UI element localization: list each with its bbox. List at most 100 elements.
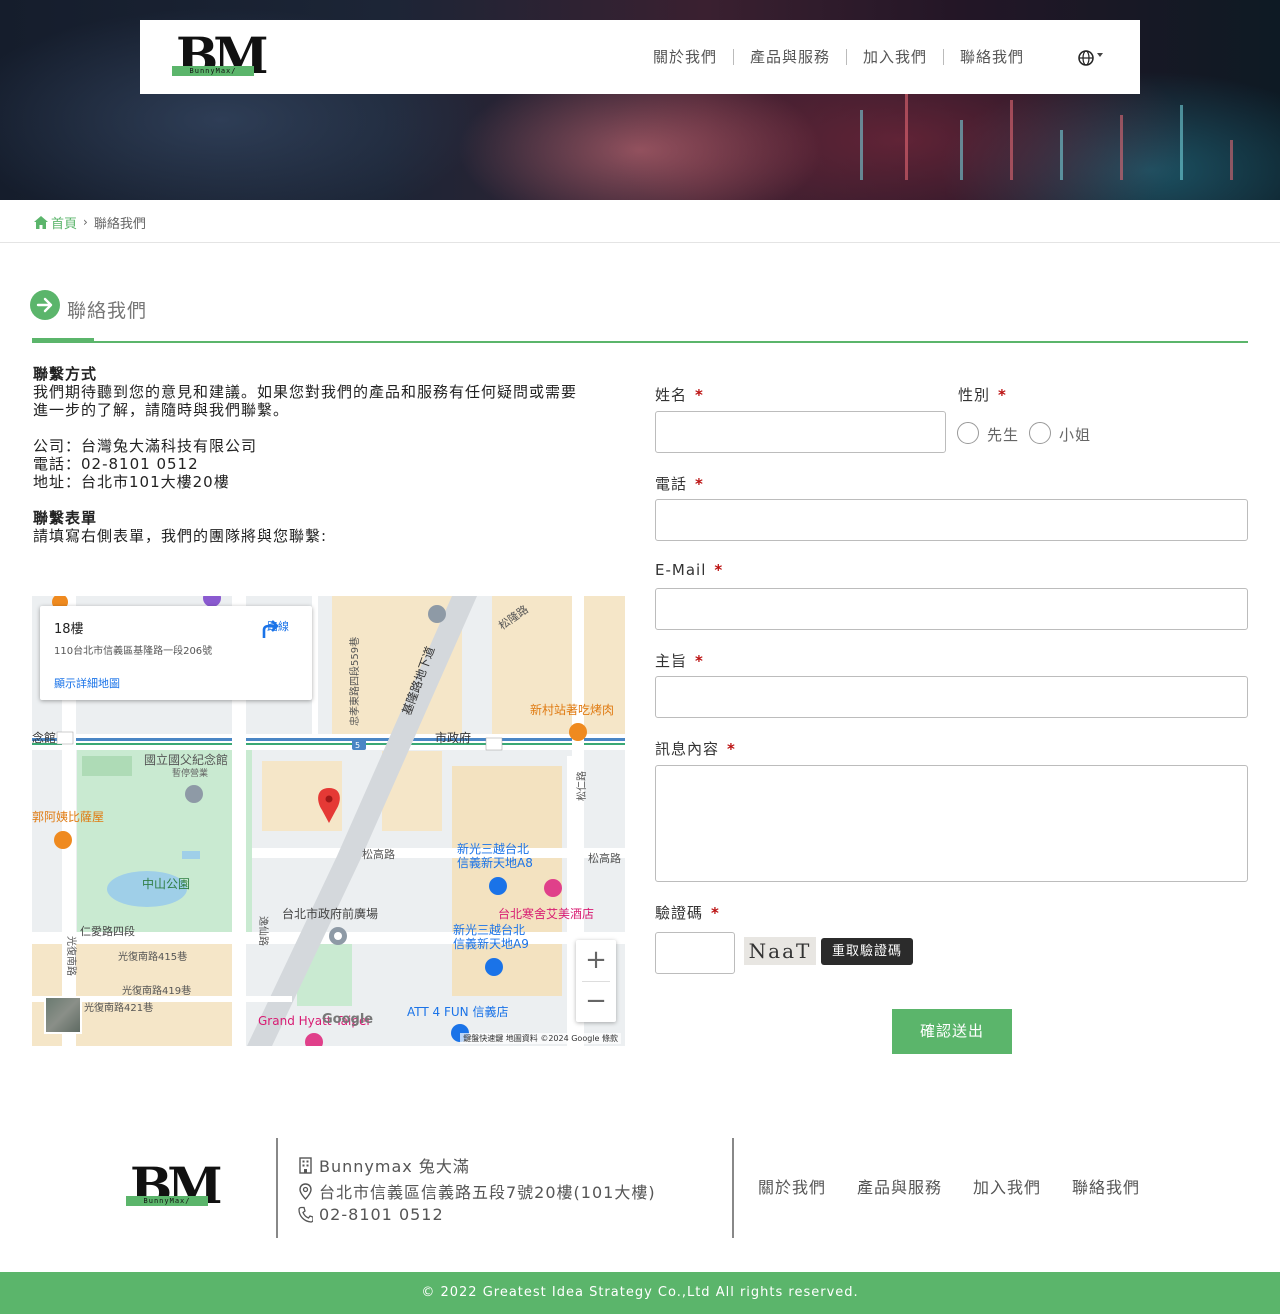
captcha-image: NaaT [744, 937, 816, 965]
nav-contact[interactable]: 聯絡我們 [942, 49, 1040, 65]
breadcrumb-home-label: 首頁 [51, 216, 78, 232]
map-label-zhongxiao: 忠孝東路四段559巷 [348, 637, 361, 726]
footer-company-name: Bunnymax 兔大滿 [319, 1157, 470, 1176]
map-card-address: 110台北市信義區基隆路一段206號 [54, 646, 213, 657]
map-label-guofu: 國立國父紀念館 [144, 752, 228, 767]
map-label-guangfu-419: 光復南路419巷 [122, 984, 191, 997]
footer-link-about[interactable]: 關於我們 [758, 1174, 826, 1198]
building-icon [299, 1156, 312, 1174]
map-label-renai: 仁愛路四段 [80, 924, 135, 938]
gender-radio-ms[interactable] [1029, 422, 1051, 444]
map-label-guangfu-s: 光復南路 [65, 936, 78, 976]
footer-link-products[interactable]: 產品與服務 [857, 1174, 942, 1198]
gender-radio-mr[interactable] [957, 422, 979, 444]
map-label-songgao: 松高路 [362, 847, 395, 861]
google-logo: Google [322, 1012, 374, 1027]
copyright-bar: © 2022 Greatest Idea Strategy Co.,Ltd Al… [0, 1272, 1280, 1314]
map-directions-button[interactable]: 路線 [260, 618, 296, 638]
google-map[interactable]: 國立國父紀念館 暫停營業 中山公園 松高路 松高路 台北市政府前廣場 仁愛路四段… [32, 596, 625, 1046]
breadcrumb-current: 聯絡我們 [93, 216, 146, 232]
arrow-right-circle-icon [30, 290, 60, 320]
footer-phone-text[interactable]: 02-8101 0512 [319, 1205, 444, 1224]
footer-company: Bunnymax 兔大滿 [298, 1153, 470, 1177]
contact-text-1: 我們期待聽到您的意見和建議。如果您對我們的產品和服務有任何疑問或需要 [33, 383, 578, 401]
contact-info: 聯繫方式 我們期待聽到您的意見和建議。如果您對我們的產品和服務有任何疑問或需要 … [33, 365, 623, 545]
email-input[interactable] [655, 588, 1248, 630]
map-label-guofu-sub: 暫停營業 [172, 767, 208, 779]
map-label-guangfu-421: 光復南路421巷 [84, 1001, 153, 1014]
subject-input[interactable] [655, 676, 1248, 718]
nav-about[interactable]: 關於我們 [637, 49, 733, 65]
map-label-station-left: 念館 [32, 730, 56, 745]
map-card-title: 18樓 [54, 622, 84, 637]
footer-logo[interactable]: BM BunnyMax/ [126, 1158, 223, 1214]
main-nav: 關於我們 產品與服務 加入我們 聯絡我們 [637, 20, 1040, 94]
title-underline-accent [32, 338, 94, 343]
form-text: 請填寫右側表單，我們的團隊將與您聯繫: [33, 527, 328, 545]
chevron-right-icon: › [83, 215, 88, 229]
captcha-input[interactable] [655, 932, 735, 974]
breadcrumb-home[interactable]: 首頁 [34, 213, 77, 232]
name-input[interactable] [655, 411, 946, 453]
captcha-label: 驗證碼 * [655, 904, 720, 922]
zoom-out-button[interactable]: − [576, 981, 616, 1022]
nav-products[interactable]: 產品與服務 [732, 49, 846, 65]
map-label-shinkong-a9-2: 信義新天地A9 [453, 936, 529, 951]
message-label: 訊息內容 * [655, 740, 736, 758]
page-title: 聯絡我們 [67, 300, 148, 322]
map-label-route: 5 [355, 741, 360, 750]
title-underline [32, 341, 1248, 343]
footer-divider-left [276, 1138, 278, 1238]
phone-icon [298, 1206, 313, 1223]
map-label-zhongshan-park: 中山公園 [142, 876, 190, 891]
phone-label: 電話 * [655, 475, 704, 493]
footer-address-text: 台北市信義區信義路五段7號20樓(101大樓) [319, 1183, 656, 1202]
divider [0, 242, 1280, 243]
submit-button[interactable]: 確認送出 [892, 1009, 1012, 1054]
nav-join[interactable]: 加入我們 [845, 49, 943, 65]
breadcrumb: 首頁 › 聯絡我們 [34, 212, 146, 232]
refresh-captcha-button[interactable]: 重取驗證碼 [821, 938, 914, 965]
footer-address: 台北市信義區信義路五段7號20樓(101大樓) [298, 1179, 656, 1203]
top-navbar: BM BunnyMax/ 關於我們 產品與服務 加入我們 聯絡我們 [140, 20, 1140, 94]
zoom-in-button[interactable]: + [576, 940, 616, 981]
company-name: 公司：台灣兔大滿科技有限公司 [33, 437, 258, 455]
map-label-shinkong-a8-2: 信義新天地A8 [457, 855, 533, 870]
map-attribution[interactable]: 鍵盤快速鍵 地圖資料 ©2024 Google 條款 [460, 1033, 621, 1044]
phone-input[interactable] [655, 499, 1248, 541]
message-textarea[interactable] [655, 765, 1248, 882]
map-detail-link[interactable]: 顯示詳細地圖 [54, 675, 120, 691]
satellite-toggle[interactable] [44, 996, 82, 1034]
footer-link-contact[interactable]: 聯絡我們 [1072, 1174, 1140, 1198]
map-label-att4fun: ATT 4 FUN 信義店 [407, 1004, 508, 1019]
map-zoom-controls: + − [576, 940, 616, 1022]
company-address: 地址：台北市101大樓20樓 [33, 473, 230, 491]
map-label-guangfu-415: 光復南路415巷 [118, 950, 187, 963]
email-label: E-Mail * [655, 561, 724, 579]
contact-heading: 聯繫方式 [33, 365, 98, 383]
footer-phone: 02-8101 0512 [298, 1205, 444, 1224]
gender-option-mr[interactable]: 先生 [987, 424, 1019, 445]
map-label-cityhall-square: 台北市政府前廣場 [282, 906, 378, 921]
directions-icon [262, 620, 279, 638]
map-label-shinkong-a9-1: 新光三越台北 [453, 922, 525, 937]
gender-option-ms[interactable]: 小姐 [1059, 424, 1091, 445]
form-heading: 聯繫表單 [33, 509, 98, 527]
brand-logo[interactable]: BM BunnyMax/ [172, 28, 269, 84]
home-icon [34, 215, 48, 229]
location-pin-icon [299, 1182, 312, 1200]
map-label-cityhall-station: 市政府 [435, 730, 471, 745]
company-phone: 電話：02-8101 0512 [33, 455, 199, 473]
map-info-card: 18樓 110台北市信義區基隆路一段206號 顯示詳細地圖 路線 [40, 606, 312, 700]
footer-link-join[interactable]: 加入我們 [973, 1174, 1041, 1198]
name-label: 姓名 * [655, 386, 704, 404]
map-label-shinkong-a8-1: 新光三越台北 [457, 841, 529, 856]
map-label-yixian: 逸仙路 [257, 916, 270, 946]
contact-text-2: 進一步的了解，請隨時與我們聯繫。 [33, 401, 290, 419]
footer-divider-right [732, 1138, 734, 1238]
hero-banner: BM BunnyMax/ 關於我們 產品與服務 加入我們 聯絡我們 [0, 0, 1280, 200]
map-label-pizza: 郭阿姨比薩屋 [32, 810, 104, 824]
map-label-songgao-2: 松高路 [588, 851, 621, 865]
language-globe-icon[interactable] [1078, 48, 1104, 68]
map-label-bbq: 新村站著吃烤肉 [530, 702, 614, 717]
